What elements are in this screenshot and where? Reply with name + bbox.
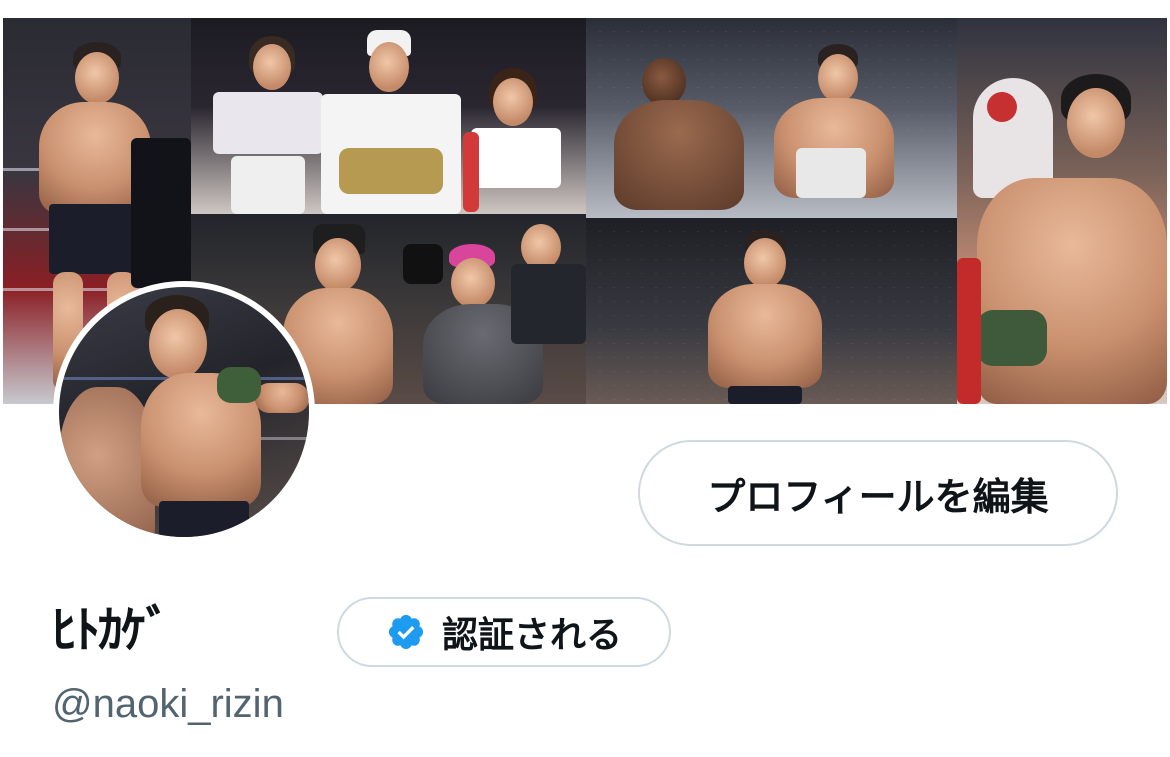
edit-profile-label: プロフィールを編集 bbox=[707, 474, 1049, 519]
banner-photo-embrace bbox=[957, 18, 1167, 404]
banner-photo-belt-ceremony bbox=[191, 18, 586, 214]
get-verified-button[interactable]: 認証される bbox=[337, 597, 671, 667]
profile-page: プロフィールを編集 ﾋﾄｶｹﾞ 認証される @naoki_rizin bbox=[0, 0, 1170, 757]
verified-badge-icon bbox=[386, 612, 426, 652]
banner-photo-cage-strike bbox=[586, 18, 957, 218]
banner-photo-cage-walkout bbox=[586, 218, 957, 404]
user-handle: @naoki_rizin bbox=[52, 682, 284, 726]
avatar-photo-fighter bbox=[59, 287, 309, 537]
profile-avatar[interactable] bbox=[53, 281, 315, 543]
get-verified-label: 認証される bbox=[441, 615, 622, 656]
display-name: ﾋﾄｶｹﾞ bbox=[52, 601, 171, 659]
edit-profile-button[interactable]: プロフィールを編集 bbox=[638, 440, 1118, 546]
